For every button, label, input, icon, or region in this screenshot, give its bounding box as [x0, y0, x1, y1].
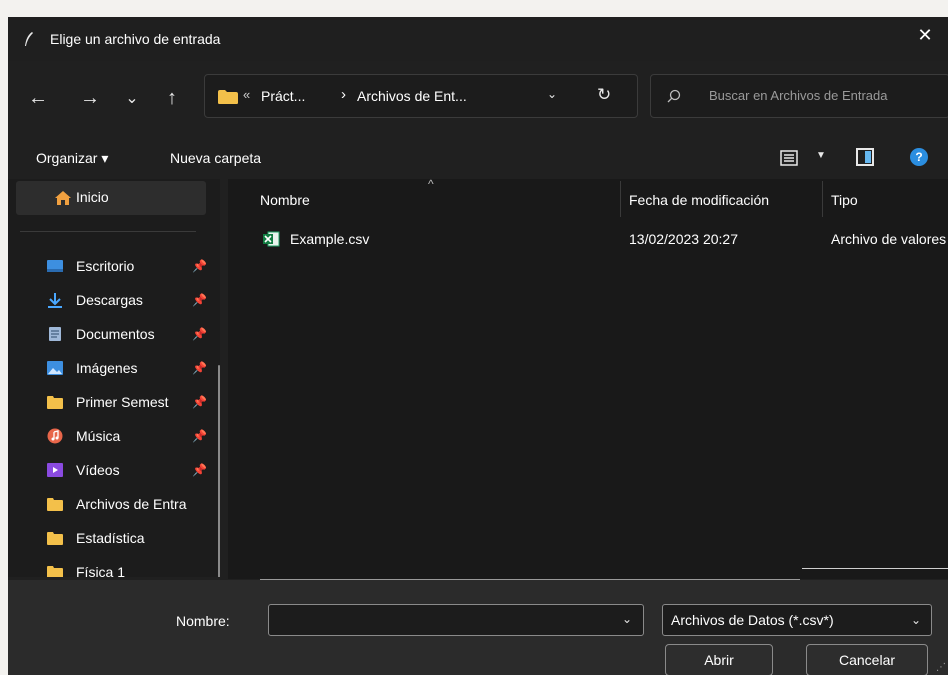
open-button[interactable]: Abrir	[665, 644, 773, 675]
new-folder-button[interactable]: Nueva carpeta	[170, 150, 261, 166]
filename-dropdown-icon[interactable]: ⌄	[622, 612, 632, 626]
breadcrumb-item-current[interactable]: Archivos de Ent...	[357, 88, 467, 104]
image-icon	[46, 360, 64, 376]
close-button[interactable]: ✕	[902, 17, 948, 53]
folder-icon	[217, 89, 239, 105]
file-type-filter-value: Archivos de Datos (*.csv*)	[671, 612, 834, 628]
organize-button[interactable]: Organizar ▾	[36, 150, 108, 167]
sidebar-item-label: Documentos	[76, 326, 155, 342]
pin-icon: 📌	[192, 429, 207, 443]
video-icon	[46, 462, 64, 478]
breadcrumb-separator[interactable]: ›	[341, 86, 346, 103]
sidebar-item-fisica-1[interactable]: Física 1	[16, 557, 212, 577]
view-dropdown-icon[interactable]: ▼	[816, 150, 826, 161]
pin-icon: 📌	[192, 361, 207, 375]
resize-grip-icon[interactable]: ⋰	[936, 662, 946, 673]
desktop-icon	[46, 258, 64, 274]
sidebar-item-label: Inicio	[76, 189, 109, 205]
pin-icon: 📌	[192, 463, 207, 477]
feather-icon	[24, 31, 38, 47]
divider-line	[802, 568, 948, 569]
pin-icon: 📌	[192, 327, 207, 341]
preview-pane-icon[interactable]	[856, 148, 874, 166]
sidebar-item-documentos[interactable]: Documentos 📌	[16, 319, 212, 349]
file-list: ^ Nombre Fecha de modificación Tipo Exam…	[228, 177, 948, 581]
file-open-dialog: Elige un archivo de entrada ✕ ← → ⌄ ↑ « …	[8, 17, 948, 675]
file-row[interactable]: Example.csv 13/02/2023 20:27 Archivo de …	[228, 229, 948, 255]
sidebar-item-archivos-de-entrada[interactable]: Archivos de Entra	[16, 489, 212, 519]
folder-icon	[46, 394, 64, 410]
folder-icon	[46, 496, 64, 512]
column-divider[interactable]	[620, 181, 621, 217]
sidebar-item-label: Imágenes	[76, 360, 138, 376]
breadcrumb-overflow[interactable]: «	[243, 87, 250, 102]
pin-icon: 📌	[192, 259, 207, 273]
breadcrumb-item[interactable]: Práct...	[261, 88, 305, 104]
sidebar-item-estadistica[interactable]: Estadística	[16, 523, 212, 553]
folder-icon	[46, 564, 64, 577]
search-icon	[667, 89, 681, 103]
window-title: Elige un archivo de entrada	[50, 31, 221, 47]
sidebar-scrollbar[interactable]	[218, 365, 220, 577]
column-header-row: ^ Nombre Fecha de modificación Tipo	[228, 177, 948, 219]
sidebar-item-label: Música	[76, 428, 121, 444]
file-name: Example.csv	[290, 231, 370, 247]
cancel-button[interactable]: Cancelar	[806, 644, 928, 675]
music-icon	[46, 428, 64, 444]
sidebar-item-label: Estadística	[76, 530, 145, 546]
sidebar-item-label: Primer Semest	[76, 394, 169, 410]
navigation-pane: Inicio Escritorio 📌 Descargas 📌 Document…	[8, 179, 220, 577]
bottom-panel: Nombre: ⌄ Archivos de Datos (*.csv*) ⌄ A…	[8, 580, 948, 675]
sidebar-divider	[20, 231, 196, 232]
address-dropdown-icon[interactable]: ⌄	[547, 87, 557, 101]
column-header-date[interactable]: Fecha de modificación	[629, 192, 769, 208]
up-button[interactable]: ↑	[158, 84, 186, 112]
file-type: Archivo de valores separados por comas	[831, 231, 948, 247]
excel-csv-icon	[262, 231, 280, 247]
recent-locations-button[interactable]: ⌄	[118, 84, 146, 112]
sidebar-item-imagenes[interactable]: Imágenes 📌	[16, 353, 212, 383]
sidebar-item-label: Archivos de Entra	[76, 496, 187, 512]
home-icon	[54, 190, 72, 211]
filename-input[interactable]	[268, 604, 644, 636]
document-icon	[46, 326, 64, 342]
pin-icon: 📌	[192, 395, 207, 409]
view-options-icon[interactable]	[780, 149, 798, 167]
navigation-bar: ← → ⌄ ↑ « Práct... › Archivos de Ent... …	[8, 72, 948, 124]
address-bar[interactable]: « Práct... › Archivos de Ent... ⌄ ↻	[204, 74, 638, 118]
search-box[interactable]: Buscar en Archivos de Entrada	[650, 74, 948, 118]
sidebar-item-label: Escritorio	[76, 258, 135, 274]
pin-icon: 📌	[192, 293, 207, 307]
sidebar-item-label: Física 1	[76, 564, 126, 577]
refresh-icon[interactable]: ↻	[597, 85, 611, 105]
title-bar: Elige un archivo de entrada ✕	[8, 17, 948, 61]
sidebar-item-primer-semestre[interactable]: Primer Semest 📌	[16, 387, 212, 417]
search-placeholder: Buscar en Archivos de Entrada	[709, 88, 888, 103]
column-divider[interactable]	[822, 181, 823, 217]
download-icon	[46, 292, 64, 308]
sidebar-item-descargas[interactable]: Descargas 📌	[16, 285, 212, 315]
help-icon[interactable]: ?	[910, 148, 928, 166]
back-button[interactable]: ←	[24, 84, 52, 112]
sort-ascending-icon: ^	[428, 177, 434, 191]
sidebar-item-inicio[interactable]: Inicio	[16, 181, 206, 215]
file-type-filter-select[interactable]: Archivos de Datos (*.csv*) ⌄	[662, 604, 932, 636]
column-header-type[interactable]: Tipo	[831, 192, 858, 208]
column-header-name[interactable]: Nombre	[260, 192, 310, 208]
sidebar-item-videos[interactable]: Vídeos 📌	[16, 455, 212, 485]
forward-button[interactable]: →	[76, 84, 104, 112]
sidebar-item-label: Descargas	[76, 292, 143, 308]
command-bar: Organizar ▾ Nueva carpeta ▼ ?	[8, 145, 948, 175]
chevron-down-icon: ⌄	[910, 613, 921, 627]
folder-icon	[46, 530, 64, 546]
filename-label: Nombre:	[176, 613, 230, 629]
sidebar-item-label: Vídeos	[76, 462, 120, 478]
sidebar-item-escritorio[interactable]: Escritorio 📌	[16, 251, 212, 281]
sidebar-item-musica[interactable]: Música 📌	[16, 421, 212, 451]
file-date: 13/02/2023 20:27	[629, 231, 738, 247]
